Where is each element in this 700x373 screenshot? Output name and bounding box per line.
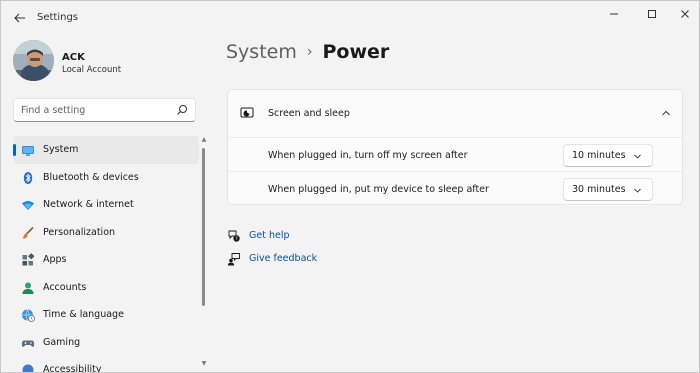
chevron-down-icon — [634, 154, 641, 159]
monitor-icon — [22, 146, 34, 156]
sidebar-item-network[interactable]: Network & internet — [13, 191, 199, 219]
sidebar-item-label: Accessibility — [43, 364, 102, 372]
sidebar-item-time-language[interactable]: Time & language — [13, 301, 199, 329]
dropdown-value: 10 minutes — [572, 150, 626, 161]
breadcrumb: System › Power — [226, 41, 389, 63]
brush-icon — [22, 226, 34, 239]
close-button[interactable] — [671, 6, 699, 22]
breadcrumb-separator: › — [306, 44, 313, 60]
profile-photo — [13, 40, 54, 81]
sidebar-item-label: Personalization — [43, 226, 116, 238]
app-title: Settings — [37, 12, 79, 23]
account-type: Local Account — [62, 65, 122, 75]
feedback-icon — [227, 253, 240, 266]
scroll-up-arrow-icon[interactable]: ▲ — [200, 136, 208, 144]
title-bar: Settings — [1, 1, 699, 35]
sidebar-item-apps[interactable]: Apps — [13, 246, 199, 274]
page-title: Power — [322, 41, 390, 63]
screen-off-dropdown[interactable]: 10 minutes — [563, 144, 653, 167]
sidebar-item-accessibility[interactable]: Accessibility — [13, 356, 199, 372]
sleep-dropdown[interactable]: 30 minutes — [563, 178, 653, 201]
sidebar-item-label: Bluetooth & devices — [43, 171, 139, 183]
screen-sleep-card: Screen and sleep When plugged in, turn o… — [227, 89, 683, 205]
sidebar-item-accounts[interactable]: Accounts — [13, 274, 199, 302]
accessibility-icon — [22, 364, 34, 372]
sidebar-nav: System Bluetooth & devices Network & int… — [13, 136, 199, 372]
sidebar-item-system[interactable]: System — [13, 136, 199, 164]
apps-icon — [22, 253, 35, 266]
selection-indicator — [13, 144, 16, 156]
give-feedback-text[interactable]: Give feedback — [249, 253, 317, 264]
search-input[interactable] — [21, 103, 171, 118]
search-box[interactable] — [13, 98, 196, 122]
bluetooth-icon — [23, 171, 33, 184]
chevron-down-icon — [634, 188, 641, 193]
chevron-up-icon[interactable] — [660, 107, 672, 119]
sidebar-item-gaming[interactable]: Gaming — [13, 329, 199, 357]
help-icon: ? — [228, 230, 240, 242]
person-icon — [22, 282, 34, 294]
sleep-label: When plugged in, put my device to sleep … — [268, 184, 489, 195]
screen-off-row: When plugged in, turn off my screen afte… — [228, 137, 682, 172]
screen-sleep-title: Screen and sleep — [268, 108, 350, 119]
breadcrumb-parent[interactable]: System — [226, 41, 297, 63]
sidebar-item-label: System — [43, 144, 79, 155]
settings-window: Settings ACK Local Account Find a settin… — [0, 0, 700, 373]
sidebar-item-bluetooth[interactable]: Bluetooth & devices — [13, 164, 199, 192]
avatar[interactable] — [13, 40, 54, 81]
sidebar-item-label: Gaming — [43, 336, 81, 348]
scroll-down-arrow-icon[interactable]: ▼ — [200, 360, 208, 368]
scrollbar-thumb[interactable] — [202, 148, 205, 306]
back-arrow-icon — [14, 13, 25, 23]
wifi-icon — [22, 201, 34, 210]
sleep-row: When plugged in, put my device to sleep … — [228, 171, 682, 204]
dropdown-value: 30 minutes — [572, 184, 626, 195]
search-icon[interactable] — [176, 104, 188, 116]
sidebar-scrollbar[interactable]: ▲ ▼ — [200, 136, 208, 368]
close-icon — [681, 10, 689, 18]
globe-clock-icon — [22, 309, 35, 322]
get-help-text[interactable]: Get help — [249, 230, 290, 241]
maximize-button[interactable] — [638, 6, 666, 22]
user-name: ACK — [62, 52, 85, 63]
maximize-icon — [648, 10, 656, 18]
screen-off-label: When plugged in, turn off my screen afte… — [268, 150, 468, 161]
gamepad-icon — [21, 340, 35, 347]
screen-sleep-icon — [240, 107, 254, 118]
sidebar-item-label: Apps — [43, 254, 67, 265]
minimize-button[interactable] — [600, 6, 628, 22]
sidebar-item-personalization[interactable]: Personalization — [13, 219, 199, 247]
sidebar-item-label: Accounts — [43, 281, 87, 293]
screen-sleep-header[interactable]: Screen and sleep — [228, 90, 682, 137]
sidebar-item-label: Time & language — [43, 309, 124, 320]
minimize-icon — [610, 13, 618, 15]
back-button[interactable] — [9, 7, 31, 29]
sidebar-item-label: Network & internet — [43, 199, 134, 210]
